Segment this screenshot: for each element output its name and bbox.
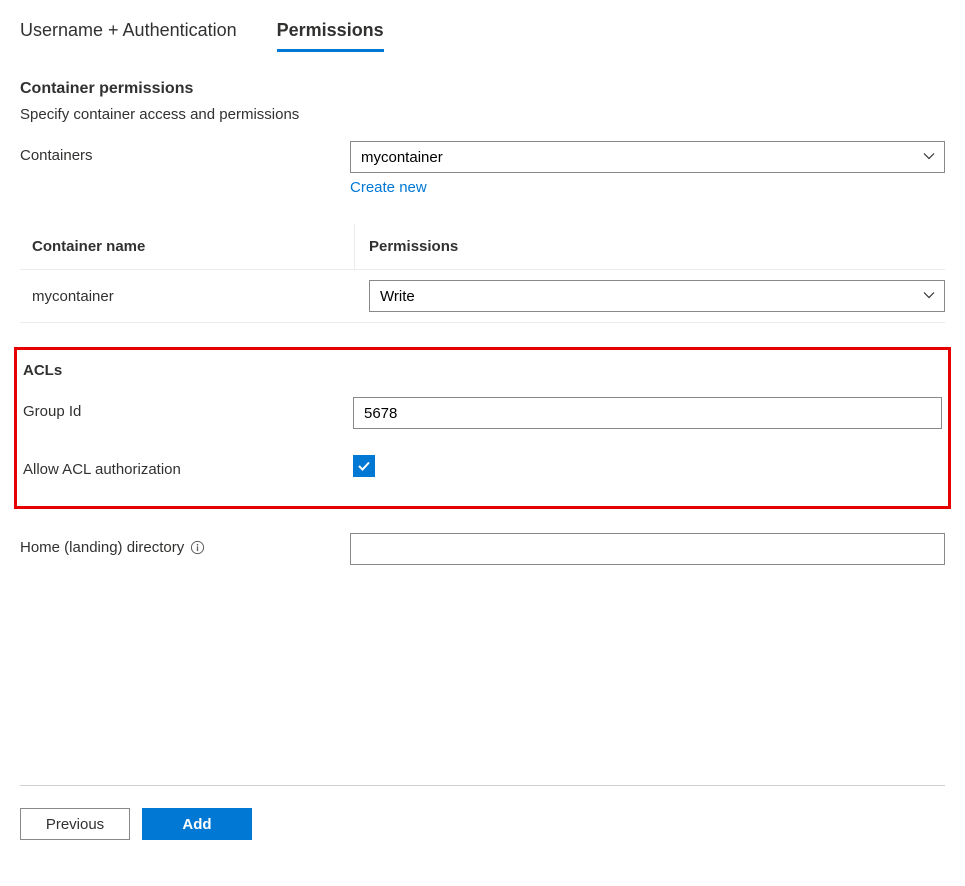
- tab-username-auth[interactable]: Username + Authentication: [20, 20, 237, 52]
- group-id-row: Group Id: [23, 397, 942, 429]
- tabs: Username + Authentication Permissions: [20, 20, 945, 52]
- group-id-label: Group Id: [23, 397, 353, 420]
- permissions-select[interactable]: [369, 280, 945, 312]
- allow-acl-checkbox[interactable]: [353, 455, 375, 477]
- containers-table-header: Container name Permissions: [20, 224, 945, 270]
- footer-buttons: Previous Add: [20, 808, 945, 840]
- container-permissions-title: Container permissions: [20, 80, 945, 98]
- add-button[interactable]: Add: [142, 808, 252, 840]
- home-dir-input[interactable]: [350, 533, 945, 565]
- info-icon[interactable]: [190, 540, 205, 555]
- home-dir-row: Home (landing) directory: [20, 533, 945, 565]
- acls-title: ACLs: [23, 362, 942, 379]
- tab-permissions[interactable]: Permissions: [277, 20, 384, 52]
- allow-acl-row: Allow ACL authorization: [23, 455, 942, 478]
- col-container-name: Container name: [20, 224, 355, 269]
- create-new-link[interactable]: Create new: [350, 179, 427, 196]
- check-icon: [357, 459, 371, 473]
- containers-select[interactable]: [350, 141, 945, 173]
- allow-acl-label: Allow ACL authorization: [23, 455, 353, 478]
- container-permissions-desc: Specify container access and permissions: [20, 106, 945, 123]
- home-dir-label: Home (landing) directory: [20, 533, 350, 556]
- home-dir-label-text: Home (landing) directory: [20, 539, 184, 556]
- containers-select-input[interactable]: [350, 141, 945, 173]
- group-id-input[interactable]: [353, 397, 942, 429]
- footer-divider: [20, 785, 945, 786]
- row-container-name: mycontainer: [20, 288, 355, 305]
- table-row: mycontainer: [20, 270, 945, 323]
- col-permissions: Permissions: [355, 224, 945, 269]
- acls-section-highlight: ACLs Group Id Allow ACL authorization: [14, 347, 951, 509]
- containers-label: Containers: [20, 141, 350, 164]
- containers-row: Containers Create new: [20, 141, 945, 196]
- permissions-select-input[interactable]: [369, 280, 945, 312]
- previous-button[interactable]: Previous: [20, 808, 130, 840]
